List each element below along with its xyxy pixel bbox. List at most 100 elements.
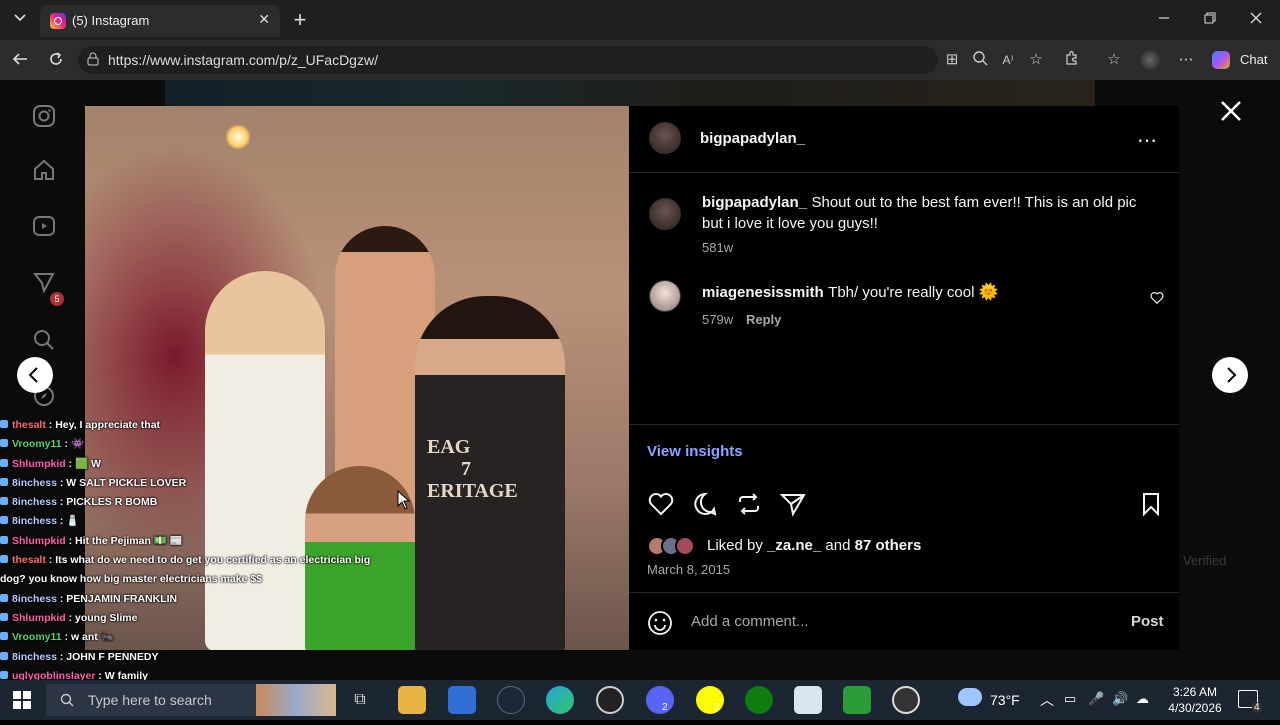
chat-badge-icon [0, 420, 8, 428]
instagram-favicon-icon [50, 13, 66, 29]
repost-icon[interactable] [735, 490, 763, 518]
liked-by-prefix: Liked by [707, 537, 763, 554]
search-icon[interactable] [30, 328, 58, 356]
steam-icon[interactable] [497, 686, 525, 714]
sun-emoji: 🌞 [978, 284, 999, 301]
caption-username[interactable]: bigpapadylan_ [702, 194, 807, 211]
close-window-icon[interactable] [1244, 8, 1268, 32]
emoji-picker-icon[interactable] [647, 610, 673, 636]
caption-avatar[interactable] [649, 198, 681, 230]
refresh-icon[interactable] [46, 50, 66, 70]
post-comment-button[interactable]: Post [1131, 613, 1164, 630]
chat-badge-icon [0, 612, 8, 621]
favorites-icon[interactable]: ☆ [1104, 50, 1124, 70]
file-explorer-icon[interactable] [398, 686, 426, 714]
restore-icon[interactable] [1198, 8, 1222, 32]
commenter-avatar[interactable] [649, 280, 681, 312]
chat-separator: : [56, 592, 67, 605]
back-icon[interactable] [10, 50, 30, 70]
chat-badge-icon [0, 458, 8, 467]
chat-separator: : [45, 419, 56, 431]
chat-separator: : [45, 554, 56, 567]
xbox-icon[interactable] [745, 686, 773, 714]
copilot-chat-button[interactable]: Chat [1206, 48, 1274, 72]
chat-line: Shlumpkid : young Slime [0, 609, 400, 628]
previous-post-button[interactable] [17, 357, 53, 393]
post-author-username[interactable]: bigpapadylan_ [700, 130, 805, 147]
view-insights-link[interactable]: View insights [647, 443, 743, 460]
start-icon[interactable] [12, 690, 32, 715]
onedrive-cloud-icon[interactable]: ☁ [1136, 691, 1149, 707]
discord-icon[interactable] [646, 686, 674, 714]
chat-line: Shlumpkid : 🟩 W [0, 455, 400, 474]
task-view-icon[interactable]: ⧉ [346, 686, 374, 714]
favorite-star-icon[interactable]: ☆ [1026, 50, 1046, 70]
comment-age[interactable]: 579w [702, 312, 733, 327]
liked-by-user[interactable]: _za.ne_ [767, 537, 821, 554]
snapchat-badge: 2 [714, 702, 720, 713]
microphone-icon[interactable]: 🎤 [1088, 691, 1104, 707]
messages-badge: 5 [50, 292, 64, 306]
new-tab-icon[interactable]: + [288, 8, 312, 32]
url-field[interactable]: https://www.instagram.com/p/z_UFacDgzw/ [78, 46, 938, 74]
app-icon[interactable] [794, 686, 822, 714]
url-text[interactable]: https://www.instagram.com/p/z_UFacDgzw/ [108, 52, 378, 68]
instagram-logo-icon[interactable] [30, 104, 58, 132]
tab-instagram[interactable]: (5) Instagram ✕ [40, 5, 280, 37]
chat-username: Vroomy11 [12, 631, 62, 644]
reels-icon[interactable] [30, 214, 58, 242]
close-modal-icon[interactable] [1218, 98, 1244, 124]
author-avatar[interactable] [649, 122, 681, 154]
weather-temp[interactable]: 73°F [990, 692, 1020, 708]
post-date[interactable]: March 8, 2015 [647, 562, 730, 577]
liker-avatar[interactable] [675, 536, 695, 556]
divider [629, 172, 1179, 173]
chat-badge-icon [0, 439, 8, 448]
meet-now-icon[interactable]: ▭ [1064, 691, 1076, 707]
taskbar-clock[interactable]: 3:26 AM 4/30/2026 [1160, 684, 1230, 716]
comment-bubble-icon[interactable] [691, 490, 719, 518]
store-icon[interactable] [448, 686, 476, 714]
liked-by-others[interactable]: 87 others [855, 537, 922, 554]
extensions-icon[interactable] [1062, 50, 1082, 70]
discord-badge: 2 [662, 702, 668, 713]
taskbar-search-box[interactable]: Type here to search [46, 684, 336, 716]
app-available-icon[interactable]: ⊞ [942, 50, 962, 70]
zoom-icon[interactable] [970, 50, 990, 70]
weather-icon[interactable] [958, 688, 982, 706]
profile-avatar[interactable] [1140, 50, 1160, 70]
tray-chevron-up-icon[interactable]: ︿ [1040, 690, 1054, 710]
comment-like-icon[interactable] [1150, 291, 1164, 305]
obs-icon[interactable] [596, 686, 624, 714]
chat-line: 8inchess : PICKLES R BOMB [0, 493, 400, 512]
recording-app-icon[interactable] [892, 686, 920, 714]
edge-icon[interactable] [546, 686, 574, 714]
share-send-icon[interactable] [779, 490, 807, 518]
volume-icon[interactable]: 🔊 [1112, 691, 1128, 707]
comment-input[interactable]: Add a comment... [691, 613, 809, 630]
chat-message: 👾 [70, 438, 85, 451]
lock-icon[interactable] [86, 52, 100, 66]
browser-tab-bar: (5) Instagram ✕ + [0, 0, 1280, 40]
like-heart-icon[interactable] [647, 490, 675, 518]
comment-username[interactable]: miagenesissmith [702, 284, 824, 301]
more-menu-icon[interactable]: ⋯ [1176, 50, 1196, 70]
next-post-button[interactable] [1212, 357, 1248, 393]
search-icon [60, 693, 74, 707]
save-bookmark-icon[interactable] [1137, 490, 1165, 518]
chess-icon[interactable] [843, 686, 871, 714]
minimize-icon[interactable] [1152, 8, 1176, 32]
chat-badge-icon [0, 535, 8, 544]
post-options-icon[interactable]: ⋯ [1137, 128, 1157, 153]
caption-age[interactable]: 581w [702, 240, 733, 255]
home-icon[interactable] [30, 158, 58, 186]
read-aloud-icon[interactable]: A⁾ [998, 50, 1018, 70]
tab-actions-chevron-icon[interactable] [8, 8, 32, 32]
reply-button[interactable]: Reply [746, 312, 781, 327]
chat-separator: : [56, 476, 67, 489]
comment-text: Tbh/ you're really cool [828, 284, 975, 301]
tab-close-icon[interactable]: ✕ [258, 11, 270, 28]
chat-username: 8inchess [12, 650, 57, 663]
add-comment-bar: Add a comment... Post [629, 592, 1179, 650]
chat-badge-icon [0, 651, 8, 660]
